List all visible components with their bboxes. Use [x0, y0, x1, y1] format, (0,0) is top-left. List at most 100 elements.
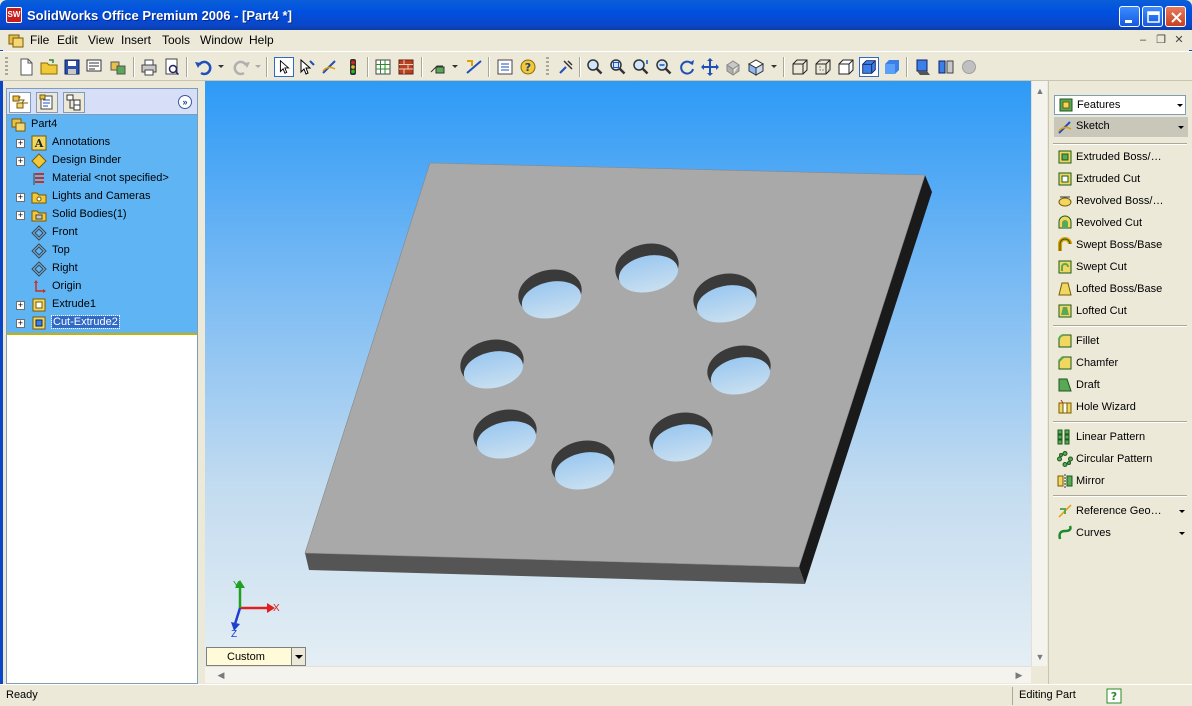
grid-options-icon[interactable]	[373, 57, 393, 77]
lofted-cut-button[interactable]: Lofted Cut	[1057, 301, 1187, 321]
help-icon[interactable]: ?	[1106, 688, 1122, 704]
curves-button[interactable]: Curves	[1057, 523, 1187, 543]
select-other-icon[interactable]	[297, 57, 317, 77]
circular-pattern-button[interactable]: Circular Pattern	[1057, 449, 1187, 469]
zoom-to-selection-icon[interactable]	[654, 57, 674, 77]
tree-item-origin[interactable]: Origin	[7, 278, 197, 296]
print-preview-icon[interactable]	[162, 57, 182, 77]
tree-item-extrude1[interactable]: + Extrude1	[7, 296, 197, 314]
tree-item-material[interactable]: Material <not specified>	[7, 170, 197, 188]
tree-root-part[interactable]: Part4	[7, 116, 197, 134]
rotate-view-icon[interactable]	[677, 57, 697, 77]
menu-view[interactable]: View	[88, 33, 114, 47]
chevron-down-icon[interactable]	[1177, 104, 1183, 107]
plate-top-face[interactable]	[304, 162, 926, 568]
graphics-area[interactable]: X Y Z	[205, 81, 1031, 666]
vertical-scrollbar[interactable]: ▲ ▼	[1031, 81, 1047, 666]
menu-help[interactable]: Help	[249, 33, 274, 47]
tree-item-annotations[interactable]: + A Annotations	[7, 134, 197, 152]
expand-toggle[interactable]: +	[16, 211, 25, 220]
appearance-wall-icon[interactable]	[396, 57, 416, 77]
part-document-icon[interactable]	[8, 32, 24, 48]
solidworks-app-icon[interactable]: SW	[6, 7, 22, 23]
draft-button[interactable]: Draft	[1057, 375, 1187, 395]
zoom-to-area-icon[interactable]	[608, 57, 628, 77]
zoom-to-fit-icon[interactable]	[585, 57, 605, 77]
3d-model-view[interactable]: X Y Z	[205, 81, 1031, 666]
print-icon[interactable]	[139, 57, 159, 77]
close-button[interactable]	[1165, 6, 1186, 27]
zoom-in-out-icon[interactable]	[631, 57, 651, 77]
collapse-panel-button[interactable]: »	[178, 95, 192, 109]
tab-property-manager[interactable]	[36, 92, 58, 113]
revolved-boss-base-button[interactable]: Revolved Boss/Base	[1057, 191, 1187, 211]
toolbar-grip[interactable]	[546, 57, 549, 77]
fillet-button[interactable]: Fillet	[1057, 331, 1187, 351]
scroll-left-arrow[interactable]: ◀	[213, 667, 229, 683]
doc-close-button[interactable]: ✕	[1172, 33, 1186, 47]
minimize-button[interactable]	[1119, 6, 1140, 27]
undo-dropdown-arrow[interactable]	[218, 65, 224, 68]
tree-item-cut-extrude2[interactable]: + Cut-Extrude2	[7, 314, 197, 332]
expand-toggle[interactable]: +	[16, 319, 25, 328]
realview-graphics-icon[interactable]	[959, 57, 979, 77]
tab-configuration-manager[interactable]	[63, 92, 85, 113]
mirror-button[interactable]: Mirror	[1057, 471, 1187, 491]
rebuild-traffic-light-icon[interactable]	[343, 57, 363, 77]
shaded-icon[interactable]	[882, 57, 902, 77]
help-icon[interactable]: ?	[518, 57, 538, 77]
hidden-lines-visible-icon[interactable]	[813, 57, 833, 77]
make-assembly-icon[interactable]	[108, 57, 128, 77]
save-icon[interactable]	[62, 57, 82, 77]
select-pointer-icon[interactable]	[274, 57, 294, 77]
horizontal-scrollbar[interactable]: ◀ ▶	[205, 666, 1031, 683]
view-orientation-dropdown[interactable]	[771, 65, 777, 68]
menu-edit[interactable]: Edit	[57, 33, 78, 47]
open-folder-icon[interactable]	[39, 57, 59, 77]
title-bar[interactable]: SW SolidWorks Office Premium 2006 - [Par…	[0, 0, 1192, 30]
chevron-down-icon[interactable]	[1179, 510, 1185, 513]
lofted-boss-base-button[interactable]: Lofted Boss/Base	[1057, 279, 1187, 299]
tree-item-solid-bodies[interactable]: + Solid Bodies(1)	[7, 206, 197, 224]
tree-item-right-plane[interactable]: Right	[7, 260, 197, 278]
chevron-down-icon[interactable]	[1179, 532, 1185, 535]
revolved-cut-button[interactable]: Revolved Cut	[1057, 213, 1187, 233]
undo-icon[interactable]	[194, 57, 214, 77]
expand-toggle[interactable]: +	[16, 157, 25, 166]
hidden-lines-removed-icon[interactable]	[836, 57, 856, 77]
tree-item-design-binder[interactable]: + Design Binder	[7, 152, 197, 170]
scroll-right-arrow[interactable]: ▶	[1011, 667, 1027, 683]
tab-feature-manager[interactable]	[9, 92, 31, 113]
reference-geometry-button[interactable]: Reference Geometry	[1057, 501, 1187, 521]
sketch-toolbar-button[interactable]: Sketch	[1054, 117, 1188, 137]
pan-icon[interactable]	[700, 57, 720, 77]
measure-icon[interactable]	[464, 57, 484, 77]
options-list-icon[interactable]	[495, 57, 515, 77]
doc-restore-button[interactable]: ❐	[1154, 33, 1168, 47]
chevron-down-icon[interactable]	[1178, 126, 1184, 129]
menu-insert[interactable]: Insert	[121, 33, 151, 47]
menu-tools[interactable]: Tools	[162, 33, 190, 47]
redo-dropdown-arrow[interactable]	[255, 65, 261, 68]
extruded-cut-button[interactable]: Extruded Cut	[1057, 169, 1187, 189]
extruded-boss-base-button[interactable]: Extruded Boss/Base	[1057, 147, 1187, 167]
wireframe-icon[interactable]	[790, 57, 810, 77]
scroll-up-arrow[interactable]: ▲	[1032, 83, 1048, 99]
view-orientation-icon[interactable]	[746, 57, 766, 77]
view-orientation-pin-icon[interactable]	[556, 57, 576, 77]
reference-geometry-dropdown[interactable]	[452, 65, 458, 68]
tree-item-front-plane[interactable]: Front	[7, 224, 197, 242]
maximize-button[interactable]	[1142, 6, 1163, 27]
chamfer-button[interactable]: Chamfer	[1057, 353, 1187, 373]
expand-toggle[interactable]: +	[16, 301, 25, 310]
swept-cut-button[interactable]: Swept Cut	[1057, 257, 1187, 277]
menu-file[interactable]: File	[30, 33, 49, 47]
view-orientation-dropdown[interactable]: Custom	[206, 647, 306, 666]
swept-boss-base-button[interactable]: Swept Boss/Base	[1057, 235, 1187, 255]
scroll-down-arrow[interactable]: ▼	[1032, 649, 1048, 665]
section-view-icon[interactable]	[936, 57, 956, 77]
linear-pattern-button[interactable]: Linear Pattern	[1057, 427, 1187, 447]
sketch-icon[interactable]	[320, 57, 340, 77]
3d-drawing-view-icon[interactable]	[723, 57, 743, 77]
menu-window[interactable]: Window	[200, 33, 243, 47]
